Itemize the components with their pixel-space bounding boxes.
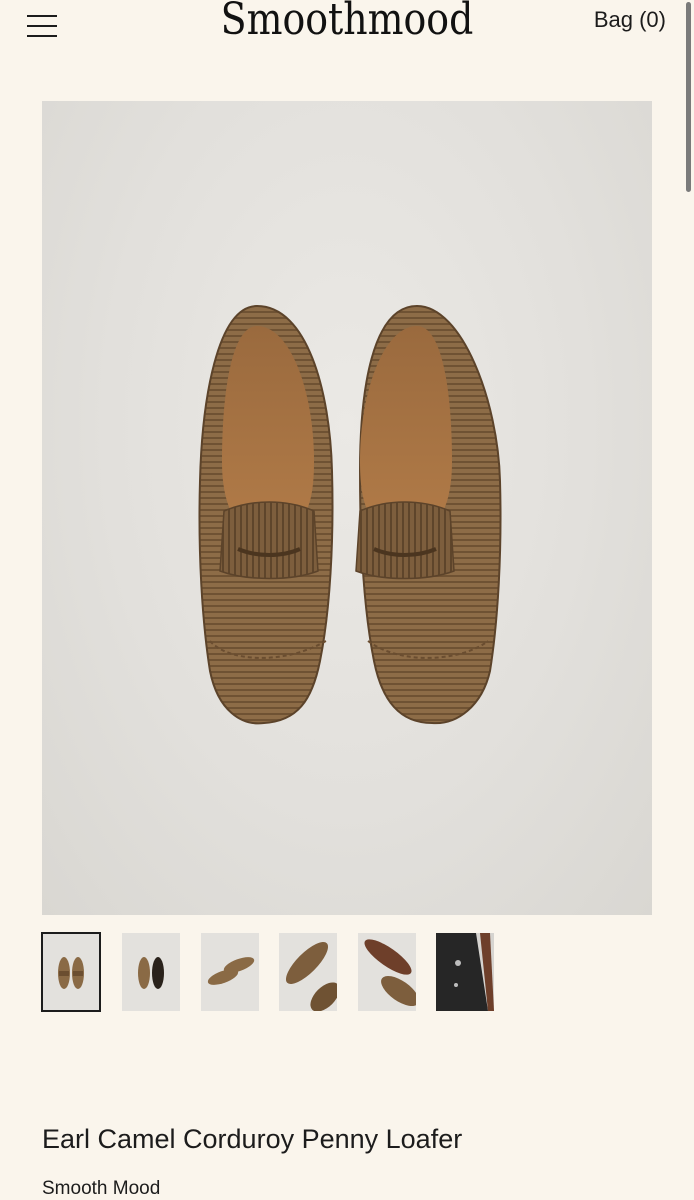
- thumbnail-1-image: [42, 933, 100, 1011]
- scrollbar[interactable]: [686, 2, 691, 192]
- thumbnail-6[interactable]: [436, 933, 494, 1011]
- product-brand[interactable]: Smooth Mood: [42, 1178, 160, 1200]
- thumbnail-1[interactable]: [41, 932, 101, 1012]
- thumbnail-6-image: [436, 933, 494, 1011]
- loafer-pair-illustration: [198, 304, 502, 725]
- thumbnail-3-image: [201, 933, 259, 1011]
- thumbnail-3[interactable]: [201, 933, 259, 1011]
- thumbnail-2[interactable]: [122, 933, 180, 1011]
- thumbnail-4-image: [279, 933, 337, 1011]
- site-logo[interactable]: Smoothmood: [49, 0, 646, 45]
- thumbnail-2-image: [122, 933, 180, 1011]
- product-title: Earl Camel Corduroy Penny Loafer: [42, 1124, 463, 1154]
- right-loafer: [355, 304, 502, 725]
- thumbnail-5[interactable]: [358, 933, 416, 1011]
- page: Smoothmood Bag (0) Earl Camel Corduroy P…: [0, 0, 694, 1200]
- thumbnail-4[interactable]: [279, 933, 337, 1011]
- left-loafer: [198, 304, 334, 725]
- thumbnail-5-image: [358, 933, 416, 1011]
- bag-link[interactable]: Bag (0): [594, 7, 666, 33]
- product-main-image[interactable]: [42, 101, 652, 915]
